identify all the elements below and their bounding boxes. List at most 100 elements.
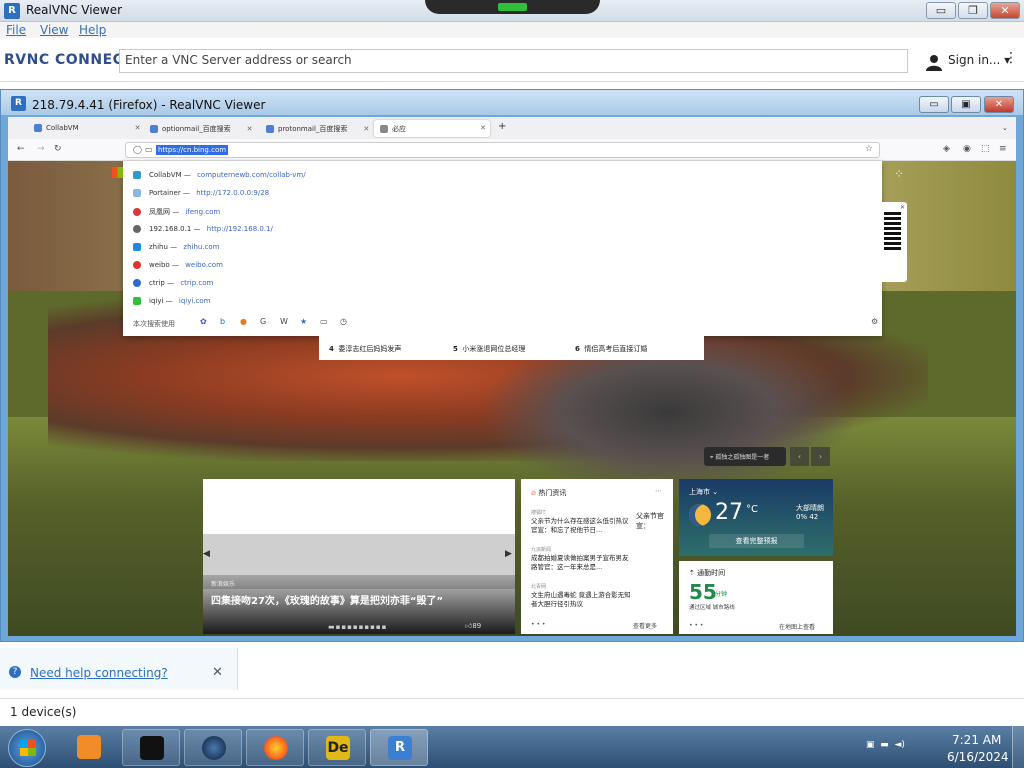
- suggestion-item[interactable]: ctrip — ctrip.com: [133, 279, 213, 293]
- close-help-icon[interactable]: ✕: [212, 665, 223, 680]
- network-icon[interactable]: ▣: [866, 740, 875, 750]
- close-button[interactable]: ✕: [990, 2, 1020, 19]
- display-icon[interactable]: ▬: [880, 740, 889, 750]
- news-item[interactable]: 父亲节为什么存在感这么低引热议 官宣：和忘了祝他节日...: [531, 517, 631, 535]
- search-settings-gear-icon[interactable]: ⚙: [871, 317, 878, 326]
- news-hero-card[interactable]: ◀ ▶ 新浪娱乐 四集接吻27次，《玫瑰的故事》算是把刘亦菲“毁了” ▬▪▪▪▪…: [203, 479, 515, 634]
- next-image-button[interactable]: ›: [811, 447, 830, 466]
- start-button[interactable]: [8, 729, 46, 767]
- google-engine-icon[interactable]: G: [260, 317, 266, 326]
- carousel-next-icon[interactable]: ▶: [505, 549, 512, 559]
- browser-tab[interactable]: optionmail_百度搜索 ✕: [144, 120, 259, 137]
- trending-item[interactable]: 6 情侣高考后直接订婚: [575, 344, 647, 354]
- full-forecast-button[interactable]: 查看完整预报: [709, 534, 804, 548]
- pagination-dots[interactable]: • • •: [531, 621, 545, 628]
- server-address-input[interactable]: Enter a VNC Server address or search: [119, 49, 908, 73]
- previous-image-button[interactable]: ‹: [790, 447, 809, 466]
- reload-icon[interactable]: ↻: [54, 144, 62, 154]
- forward-icon[interactable]: →: [37, 144, 45, 154]
- session-close-button[interactable]: ✕: [984, 96, 1014, 113]
- taskbar-item[interactable]: [246, 729, 304, 766]
- see-more-link[interactable]: 查看更多: [633, 621, 657, 630]
- commute-card[interactable]: ⇡ 通勤时间 55 分钟 通过区域 城市路线 • • • 在地图上查看: [679, 561, 833, 634]
- browser-tab-active[interactable]: 必应 ✕: [374, 120, 490, 137]
- tabs-icon[interactable]: ▭: [320, 317, 328, 326]
- image-location-pill[interactable]: ⌖ 孤独之孤独图是一者: [704, 447, 786, 466]
- bing-engine-icon[interactable]: b: [220, 317, 225, 326]
- suggestion-item[interactable]: iqiyi — iqiyi.com: [133, 297, 210, 311]
- url-text[interactable]: https://cn.bing.com: [156, 145, 229, 155]
- pocket-icon[interactable]: ◈: [943, 144, 950, 154]
- back-icon[interactable]: ←: [17, 144, 25, 154]
- account-icon[interactable]: ◉: [963, 144, 971, 154]
- tab-close-icon[interactable]: ✕: [247, 125, 253, 133]
- apps-grid-icon[interactable]: ⁘: [894, 167, 904, 181]
- need-help-link[interactable]: Need help connecting?: [30, 666, 168, 680]
- suggestion-item[interactable]: CollabVM — computernewb.com/collab-vm/: [133, 171, 306, 185]
- carousel-dots[interactable]: ▬▪▪▪▪▪▪▪▪▪: [328, 623, 387, 631]
- weather-card[interactable]: 上海市 ⌄ 27 °C 大部晴朗 0% 42 查看完整预报: [679, 479, 833, 556]
- close-icon[interactable]: ✕: [900, 204, 905, 211]
- browser-tab[interactable]: CollabVM ✕: [28, 120, 147, 137]
- taskbar-item[interactable]: [60, 729, 118, 766]
- history-icon[interactable]: ◷: [340, 317, 347, 326]
- shield-icon[interactable]: ◯: [133, 145, 142, 154]
- tab-close-icon[interactable]: ✕: [480, 124, 486, 132]
- maximize-button[interactable]: ❐: [958, 2, 988, 19]
- weather-city[interactable]: 上海市 ⌄: [689, 487, 718, 497]
- pagination-dots[interactable]: • • •: [689, 622, 703, 629]
- news-hero-title[interactable]: 四集接吻27次，《玫瑰的故事》算是把刘亦菲“毁了”: [211, 592, 443, 607]
- session-minimize-button[interactable]: ▭: [919, 96, 949, 113]
- like-count[interactable]: 👍︎89: [465, 621, 481, 630]
- lock-icon[interactable]: ▭: [145, 145, 153, 154]
- view-on-map-link[interactable]: 在地图上查看: [779, 622, 815, 631]
- hamburger-menu-icon[interactable]: ≡: [999, 144, 1007, 154]
- user-icon[interactable]: [925, 53, 943, 71]
- baidu-engine-icon[interactable]: ✿: [200, 317, 207, 326]
- minimize-button[interactable]: ▭: [926, 2, 956, 19]
- tab-close-icon[interactable]: ✕: [135, 124, 141, 132]
- news-item[interactable]: 文生府山遇毒蛇 竟遇上游合影无知者大胆行径引热议: [531, 591, 631, 609]
- suggestion-item[interactable]: weibo — weibo.com: [133, 261, 223, 275]
- taskbar-item-active[interactable]: R: [370, 729, 428, 766]
- menu-help[interactable]: Help: [79, 23, 106, 37]
- suggestion-item[interactable]: 凤凰网 — ifeng.com: [133, 207, 220, 221]
- suggestion-item[interactable]: Portainer — http://172.0.0.0:9/28: [133, 189, 269, 203]
- trending-item[interactable]: 4 委淳志红后妈妈发声: [329, 344, 401, 354]
- trending-item[interactable]: 5 小米涨退网位总经理: [453, 344, 525, 354]
- suggestion-item[interactable]: zhihu — zhihu.com: [133, 243, 220, 257]
- toolbar-grip-icon[interactable]: [498, 3, 527, 11]
- bookmarks-icon[interactable]: ★: [300, 317, 307, 326]
- more-options-icon[interactable]: ⋯: [655, 487, 662, 495]
- extensions-icon[interactable]: ⬚: [981, 144, 990, 154]
- sign-in-button[interactable]: Sign in... ▾: [948, 53, 1010, 67]
- menu-file[interactable]: File: [6, 23, 26, 37]
- viewer-toolbar-handle[interactable]: [425, 0, 600, 14]
- suggestion-item[interactable]: 192.168.0.1 — http://192.168.0.1/: [133, 225, 273, 239]
- taskbar-item[interactable]: [184, 729, 242, 766]
- show-desktop-button[interactable]: [1012, 726, 1024, 768]
- globe-icon: [202, 736, 226, 760]
- carousel-prev-icon[interactable]: ◀: [203, 549, 210, 559]
- qr-code-card[interactable]: ✕: [878, 202, 907, 282]
- tab-close-icon[interactable]: ✕: [363, 125, 369, 133]
- browser-tab[interactable]: protonmail_百度搜索 ✕: [260, 120, 375, 137]
- session-maximize-button[interactable]: ▣: [951, 96, 981, 113]
- new-tab-button[interactable]: +: [492, 120, 512, 137]
- engine-icon[interactable]: ●: [240, 317, 247, 326]
- clock-time[interactable]: 7:21 AM: [952, 733, 1001, 747]
- remote-desktop[interactable]: CollabVM ✕ optionmail_百度搜索 ✕ protonmail_百度…: [8, 117, 1016, 636]
- car-icon: ⇡: [689, 569, 698, 577]
- news-side-text[interactable]: 父亲节官宣：: [636, 511, 669, 531]
- wikipedia-engine-icon[interactable]: W: [280, 317, 288, 326]
- taskbar-item[interactable]: [122, 729, 180, 766]
- tab-list-chevron-icon[interactable]: ⌄: [996, 120, 1014, 137]
- url-bar[interactable]: ◯ ▭ https://cn.bing.com ☆: [125, 142, 880, 158]
- menu-view[interactable]: View: [40, 23, 68, 37]
- taskbar-item[interactable]: De: [308, 729, 366, 766]
- clock-date[interactable]: 6/16/2024: [947, 750, 1009, 764]
- news-item[interactable]: 成都拍婚夏读做拍案男子宣布男友路管官：这一年来总是...: [531, 554, 631, 572]
- bookmark-star-icon[interactable]: ☆: [865, 144, 873, 154]
- more-menu-icon[interactable]: ⋮: [1004, 50, 1018, 66]
- volume-icon[interactable]: ◄): [895, 740, 905, 750]
